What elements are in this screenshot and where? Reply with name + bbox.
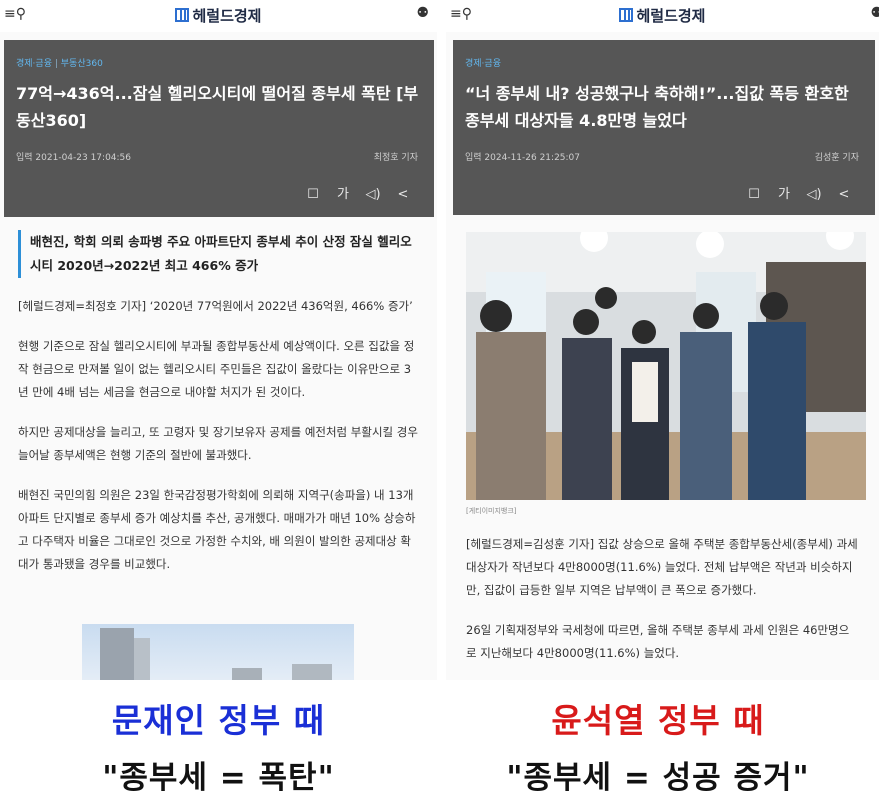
article-tools: ☐ 가 ◁) <	[298, 183, 418, 202]
article-paragraph: [헤럴드경제=최정호 기자] ‘2020년 77억원에서 2022년 436억원…	[18, 299, 413, 313]
audio-icon[interactable]: ◁)	[358, 187, 388, 202]
article-header: 경제·금융 “너 종부세 내? 성공했구나 축하해!”...집값 폭등 환호한 …	[453, 40, 875, 215]
publish-date: 입력 2024-11-26 21:25:07	[465, 153, 581, 163]
article-paragraph: 26일 기획재정부와 국세청에 따르면, 올해 주택분 종부세 과세 인원은 4…	[466, 623, 850, 660]
bookmark-icon[interactable]: ☐	[298, 187, 328, 202]
celebration-photo	[466, 232, 866, 500]
yoon-government-caption: 윤석열 정부 때 "종부세 = 성공 증거"	[437, 680, 879, 807]
article-headline: 77억→436억...잠실 헬리오시티에 떨어질 종부세 폭탄 [부동산360]	[16, 84, 419, 130]
article-paragraph: 하지만 공제대상을 늘리고, 또 고령자 및 장기보유자 공제를 예전처럼 부활…	[18, 425, 418, 462]
top-bar: ≡⚲ 헤럴드경제 ⚉	[0, 0, 437, 32]
site-logo[interactable]: 헤럴드경제	[0, 5, 437, 26]
article-paragraph: [헤럴드경제=김성훈 기자] 집값 상승으로 올해 주택분 종합부동산세(종부세…	[466, 537, 858, 597]
reporter-name[interactable]: 김성훈 기자	[815, 150, 859, 163]
article-meta: 입력 2021-04-23 17:04:56 최정호 기자	[16, 150, 422, 163]
audio-icon[interactable]: ◁)	[799, 187, 829, 202]
user-icon[interactable]: ⚉	[870, 5, 879, 21]
photo-caption: [게티이미지뱅크]	[466, 507, 517, 515]
government-label: 문재인 정부 때	[111, 701, 326, 740]
reporter-name[interactable]: 최정호 기자	[374, 150, 418, 163]
article-meta: 입력 2024-11-26 21:25:07 김성훈 기자	[465, 150, 863, 163]
publish-date: 입력 2021-04-23 17:04:56	[16, 153, 132, 163]
article-header: 경제·금융 | 부동산360 77억→436억...잠실 헬리오시티에 떨어질 …	[4, 40, 434, 217]
government-label: 윤석열 정부 때	[551, 701, 765, 740]
article-paragraph: 배현진 국민의힘 의원은 23일 한국감정평가학회에 의뢰해 지역구(송파을) …	[18, 488, 416, 571]
user-icon[interactable]: ⚉	[416, 5, 429, 21]
moon-government-caption: 문재인 정부 때 "종부세 = 폭탄"	[0, 680, 437, 807]
top-bar: ≡⚲ 헤럴드경제 ⚉	[446, 0, 879, 32]
slogan-label: "종부세 = 성공 증거"	[506, 760, 810, 796]
article-subhead: 배현진, 학회 의뢰 송파병 주요 아파트단지 종부세 추이 산정 잠실 헬리오…	[18, 230, 419, 278]
category-breadcrumb[interactable]: 경제·금융	[465, 56, 501, 69]
slogan-label: "종부세 = 폭탄"	[102, 760, 335, 796]
logo-icon	[175, 8, 190, 22]
share-icon[interactable]: <	[388, 187, 418, 202]
article-paragraph: 현행 기준으로 잠실 헬리오시티에 부과될 종합부동산세 예상액이다. 오른 집…	[18, 339, 415, 399]
article-tools: ☐ 가 ◁) <	[739, 183, 859, 202]
article-body: [게티이미지뱅크] [헤럴드경제=김성훈 기자] 집값 상승으로 올해 주택분 …	[446, 232, 879, 665]
apartment-photo	[82, 624, 354, 680]
share-icon[interactable]: <	[829, 187, 859, 202]
category-breadcrumb[interactable]: 경제·금융 | 부동산360	[16, 56, 103, 69]
people-celebrating-image	[466, 232, 866, 500]
article-headline: “너 종부세 내? 성공했구나 축하해!”...집값 폭등 환호한 종부세 대상…	[465, 84, 849, 130]
site-logo[interactable]: 헤럴드경제	[446, 5, 879, 26]
left-article-screenshot: ≡⚲ 헤럴드경제 ⚉ 경제·금융 | 부동산360 77억→436억...잠실 …	[0, 0, 437, 680]
font-size-button[interactable]: 가	[769, 183, 799, 202]
font-size-button[interactable]: 가	[328, 183, 358, 202]
logo-icon	[619, 8, 634, 22]
right-article-screenshot: ≡⚲ 헤럴드경제 ⚉ 경제·금융 “너 종부세 내? 성공했구나 축하해!”..…	[446, 0, 879, 680]
bookmark-icon[interactable]: ☐	[739, 187, 769, 202]
article-body: 배현진, 학회 의뢰 송파병 주요 아파트단지 종부세 추이 산정 잠실 헬리오…	[0, 230, 437, 576]
apartment-buildings-image	[100, 628, 332, 680]
